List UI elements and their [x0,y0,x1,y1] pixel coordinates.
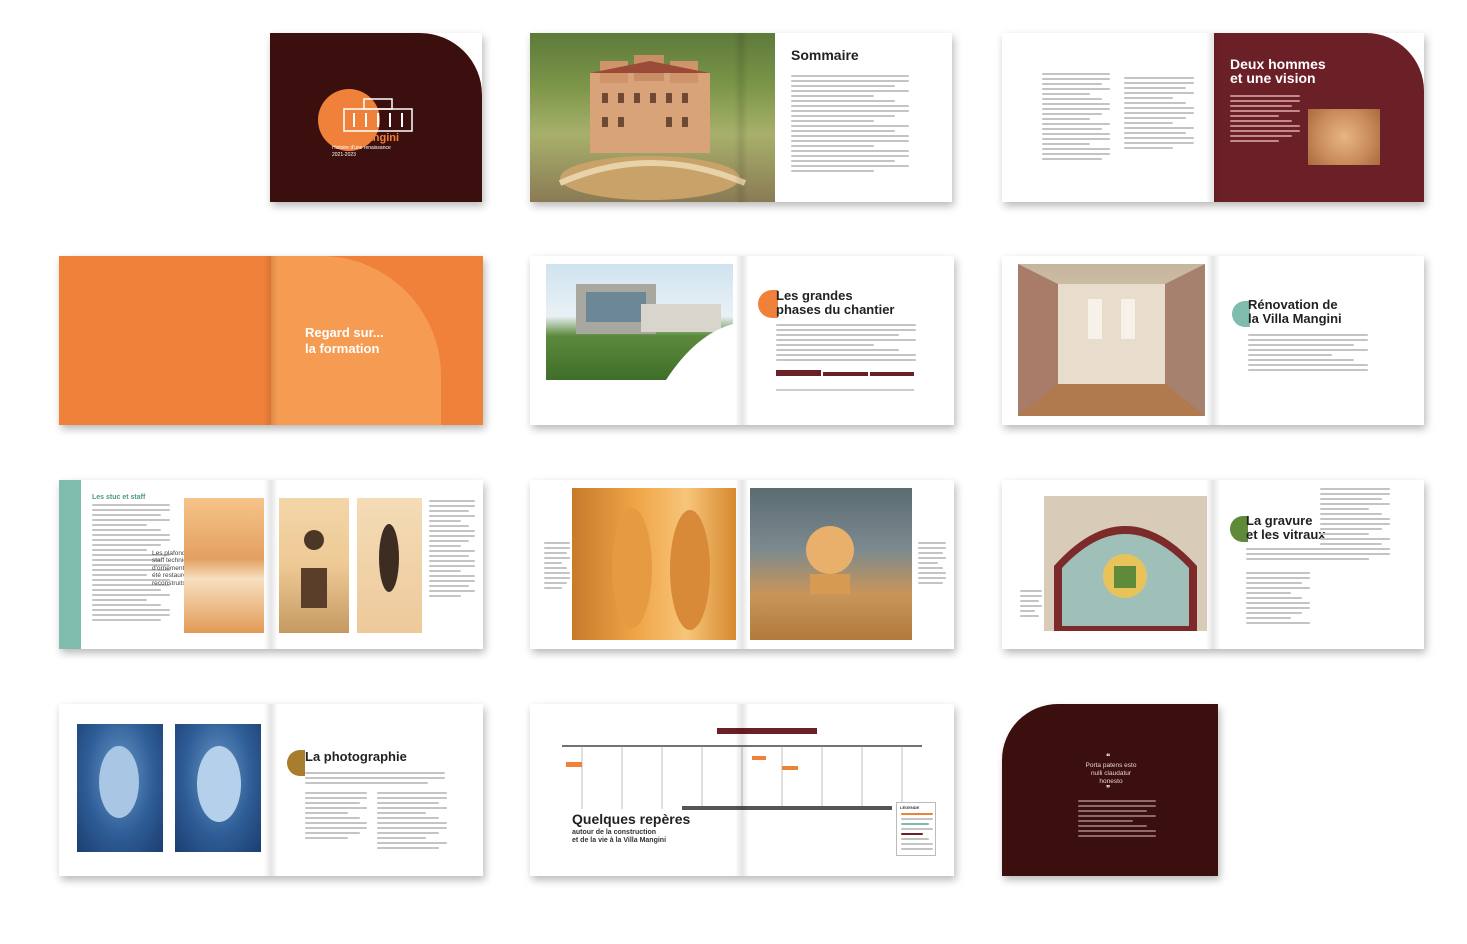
vitraux-title-1: La gravure [1246,513,1313,528]
stained-glass-photo [1044,496,1207,631]
spread-gravure-vitraux: La gravure et les vitraux [1002,480,1424,649]
photographie-text-col2 [377,792,447,852]
interior-renovation-photo [1018,264,1205,416]
vitraux-text-col1 [1246,572,1310,627]
deux-hommes-text-col1 [1042,73,1110,163]
villa-aerial-photo [530,33,775,202]
cyanotype-photo-2 [175,724,261,852]
spread-sommaire: Sommaire [530,33,952,202]
deux-hommes-title-2: et une vision [1230,70,1316,86]
caryatid-photo [572,488,736,640]
back-quote-mark-open: ❝ [1106,752,1111,761]
back-quote-mark-close: ❞ [1106,784,1111,793]
renovation-title-1: Rénovation de [1248,297,1338,312]
deux-hommes-text-col3 [1230,95,1300,145]
phases-orange-accent [758,290,778,318]
spread-sculptures [530,480,954,649]
stuc-text-col2 [429,500,475,600]
reperes-subtitle-2: et de la vie à la Villa Mangini [572,837,667,844]
back-text [1078,800,1156,840]
sculptures-caption-left [544,542,570,592]
cyanotype-photo-1 [77,724,163,852]
legend-title: LÉGENDE [900,805,920,810]
brochure-back-cover: ❝ Porta patens esto nulli claudatur hone… [1002,704,1218,876]
sommaire-list [791,75,909,175]
renovation-title-2: la Villa Mangini [1248,311,1342,326]
back-quote: Porta patens esto nulli claudatur honest… [1085,762,1137,785]
regard-white-corner [441,256,483,425]
vitraux-text-col2 [1320,488,1390,563]
cover-white-corner [420,33,482,202]
cover-title: Villa Mangini [332,132,400,144]
photographie-text-col1 [305,792,367,842]
spread-deux-hommes: Deux hommes et une vision [1002,33,1424,202]
cover-years: 2021-2023 [332,152,356,158]
spread-stuc-staff: Les stuc et staff Les plafonds en staff … [59,480,483,649]
reperes-title: Quelques repères [572,811,691,827]
photographie-title: La photographie [305,749,407,764]
stuc-teal-bar [59,480,81,649]
vitraux-title-2: et les vitraux [1246,527,1326,542]
stuc-title: Les stuc et staff [92,494,146,501]
spread-regard-formation: Regard sur... la formation [59,256,483,425]
spread-grandes-phases: Les grandes phases du chantier [530,256,954,425]
renovation-intro-text [1248,334,1368,374]
phases-timeline [776,370,914,391]
regard-title-1: Regard sur... [305,325,384,340]
cover-subtitle: Histoire d'une renaissance [332,145,391,151]
building-render-photo [546,264,733,380]
stuc-statue-photo [357,498,422,633]
stuc-ceiling-photo [184,498,264,633]
spread-photographie: La photographie [59,704,483,876]
photographie-intro-text [305,772,445,787]
photographie-gold-accent [287,750,305,776]
stone-sphere-photo [750,488,912,640]
reperes-subtitle-1: autour de la construction [572,829,657,836]
phases-title-2: phases du chantier [776,302,895,317]
deux-hommes-text-col2 [1124,77,1194,152]
villa-logo-icon [343,98,413,132]
vitraux-caption [1020,590,1042,620]
legend-items [901,813,933,853]
stuc-fireplace-photo [279,498,349,633]
reperes-timeline [562,728,922,810]
sculptures-caption-right [918,542,946,587]
phases-intro-text [776,324,916,364]
phases-title-1: Les grandes [776,288,853,303]
spread-quelques-reperes: Quelques repères autour de la constructi… [530,704,954,876]
spread-renovation: Rénovation de la Villa Mangini [1002,256,1424,425]
sommaire-title: Sommaire [791,47,859,63]
brochure-cover: Villa Mangini Histoire d'une renaissance… [270,33,482,202]
carved-emblem-photo [1308,109,1380,165]
reperes-legend: LÉGENDE [896,802,936,856]
regard-title-2: la formation [305,341,380,356]
